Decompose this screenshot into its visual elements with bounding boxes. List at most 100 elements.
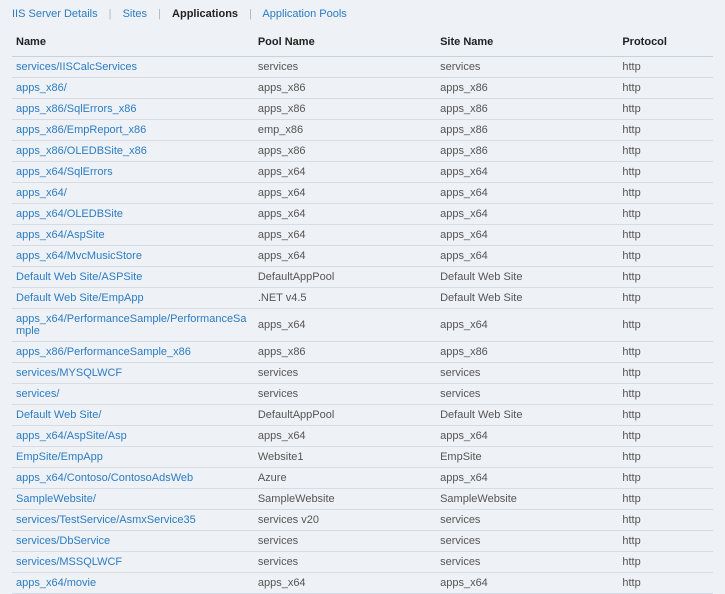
column-header-pool[interactable]: Pool Name (254, 26, 436, 57)
tab-separator: | (249, 8, 252, 20)
table-row: services/MSSQLWCFservicesserviceshttp (12, 552, 713, 573)
application-name-link[interactable]: apps_x86/OLEDBSite_x86 (12, 141, 254, 162)
application-name-link[interactable]: services/TestService/AsmxService35 (12, 510, 254, 531)
site-name-cell: SampleWebsite (436, 489, 618, 510)
application-name-link[interactable]: services/DbService (12, 531, 254, 552)
protocol-cell: http (618, 510, 713, 531)
application-name-link[interactable]: EmpSite/EmpApp (12, 447, 254, 468)
site-name-cell: services (436, 57, 618, 78)
protocol-cell: http (618, 405, 713, 426)
column-header-site[interactable]: Site Name (436, 26, 618, 57)
pool-name-cell: services (254, 552, 436, 573)
site-name-cell: apps_x64 (436, 162, 618, 183)
table-row: EmpSite/EmpAppWebsite1EmpSitehttp (12, 447, 713, 468)
application-name-link[interactable]: apps_x64/OLEDBSite (12, 204, 254, 225)
application-name-link[interactable]: services/MSSQLWCF (12, 552, 254, 573)
application-name-link[interactable]: apps_x64/Contoso/ContosoAdsWeb (12, 468, 254, 489)
site-name-cell: apps_x64 (436, 573, 618, 594)
table-row: apps_x86/PerformanceSample_x86apps_x86ap… (12, 342, 713, 363)
site-name-cell: services (436, 384, 618, 405)
site-name-cell: apps_x64 (436, 183, 618, 204)
protocol-cell: http (618, 363, 713, 384)
column-header-name[interactable]: Name (12, 26, 254, 57)
protocol-cell: http (618, 489, 713, 510)
application-name-link[interactable]: apps_x64/MvcMusicStore (12, 246, 254, 267)
application-name-link[interactable]: SampleWebsite/ (12, 489, 254, 510)
site-name-cell: services (436, 363, 618, 384)
site-name-cell: apps_x86 (436, 99, 618, 120)
table-row: Default Web Site/ASPSiteDefaultAppPoolDe… (12, 267, 713, 288)
application-name-link[interactable]: services/MYSQLWCF (12, 363, 254, 384)
pool-name-cell: apps_x64 (254, 246, 436, 267)
application-name-link[interactable]: apps_x64/movie (12, 573, 254, 594)
application-name-link[interactable]: apps_x86/EmpReport_x86 (12, 120, 254, 141)
site-name-cell: apps_x64 (436, 426, 618, 447)
application-name-link[interactable]: Default Web Site/ASPSite (12, 267, 254, 288)
protocol-cell: http (618, 225, 713, 246)
pool-name-cell: SampleWebsite (254, 489, 436, 510)
pool-name-cell: DefaultAppPool (254, 267, 436, 288)
application-name-link[interactable]: apps_x64/PerformanceSample/PerformanceSa… (12, 309, 254, 342)
site-name-cell: apps_x64 (436, 246, 618, 267)
protocol-cell: http (618, 309, 713, 342)
pool-name-cell: apps_x86 (254, 99, 436, 120)
pool-name-cell: .NET v4.5 (254, 288, 436, 309)
application-name-link[interactable]: Default Web Site/ (12, 405, 254, 426)
protocol-cell: http (618, 552, 713, 573)
table-row: services/MYSQLWCFservicesserviceshttp (12, 363, 713, 384)
protocol-cell: http (618, 468, 713, 489)
pool-name-cell: DefaultAppPool (254, 405, 436, 426)
tab-applications[interactable]: Applications (172, 8, 238, 20)
table-row: apps_x64/PerformanceSample/PerformanceSa… (12, 309, 713, 342)
application-name-link[interactable]: apps_x64/AspSite/Asp (12, 426, 254, 447)
pool-name-cell: apps_x86 (254, 342, 436, 363)
application-name-link[interactable]: apps_x86/SqlErrors_x86 (12, 99, 254, 120)
application-name-link[interactable]: apps_x64/SqlErrors (12, 162, 254, 183)
application-name-link[interactable]: services/IISCalcServices (12, 57, 254, 78)
protocol-cell: http (618, 288, 713, 309)
table-row: apps_x86/SqlErrors_x86apps_x86apps_x86ht… (12, 99, 713, 120)
tab-bar: IIS Server Details | Sites | Application… (0, 0, 725, 26)
site-name-cell: apps_x86 (436, 78, 618, 99)
table-row: apps_x64/SqlErrorsapps_x64apps_x64http (12, 162, 713, 183)
tab-iis-server-details[interactable]: IIS Server Details (12, 8, 98, 20)
protocol-cell: http (618, 78, 713, 99)
table-row: apps_x64/apps_x64apps_x64http (12, 183, 713, 204)
site-name-cell: apps_x86 (436, 342, 618, 363)
application-name-link[interactable]: Default Web Site/EmpApp (12, 288, 254, 309)
pool-name-cell: apps_x64 (254, 573, 436, 594)
protocol-cell: http (618, 342, 713, 363)
protocol-cell: http (618, 384, 713, 405)
protocol-cell: http (618, 426, 713, 447)
protocol-cell: http (618, 162, 713, 183)
application-name-link[interactable]: services/ (12, 384, 254, 405)
table-row: services/servicesserviceshttp (12, 384, 713, 405)
application-name-link[interactable]: apps_x64/AspSite (12, 225, 254, 246)
application-name-link[interactable]: apps_x64/ (12, 183, 254, 204)
application-name-link[interactable]: apps_x86/ (12, 78, 254, 99)
table-row: SampleWebsite/SampleWebsiteSampleWebsite… (12, 489, 713, 510)
pool-name-cell: emp_x86 (254, 120, 436, 141)
table-row: services/IISCalcServicesservicesservices… (12, 57, 713, 78)
table-row: apps_x86/EmpReport_x86emp_x86apps_x86htt… (12, 120, 713, 141)
column-header-protocol[interactable]: Protocol (618, 26, 713, 57)
tab-application-pools[interactable]: Application Pools (262, 8, 346, 20)
pool-name-cell: apps_x64 (254, 204, 436, 225)
protocol-cell: http (618, 267, 713, 288)
site-name-cell: apps_x64 (436, 204, 618, 225)
applications-table: Name Pool Name Site Name Protocol servic… (12, 26, 713, 594)
protocol-cell: http (618, 204, 713, 225)
table-row: apps_x64/AspSite/Aspapps_x64apps_x64http (12, 426, 713, 447)
site-name-cell: Default Web Site (436, 405, 618, 426)
protocol-cell: http (618, 531, 713, 552)
protocol-cell: http (618, 57, 713, 78)
pool-name-cell: services (254, 363, 436, 384)
protocol-cell: http (618, 99, 713, 120)
application-name-link[interactable]: apps_x86/PerformanceSample_x86 (12, 342, 254, 363)
tab-sites[interactable]: Sites (123, 8, 147, 20)
table-row: Default Web Site/DefaultAppPoolDefault W… (12, 405, 713, 426)
table-header-row: Name Pool Name Site Name Protocol (12, 26, 713, 57)
pool-name-cell: Azure (254, 468, 436, 489)
pool-name-cell: apps_x86 (254, 78, 436, 99)
protocol-cell: http (618, 141, 713, 162)
